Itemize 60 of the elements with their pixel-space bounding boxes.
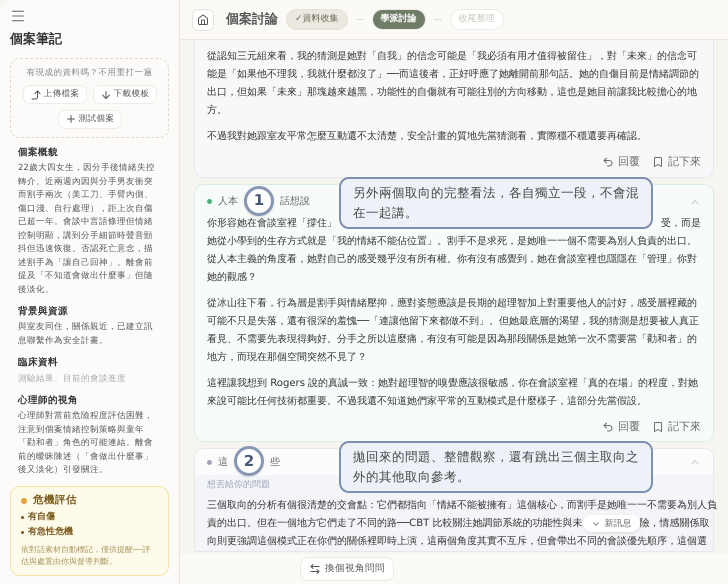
upload-button[interactable]: 上傳檔案 bbox=[22, 85, 86, 104]
step-pill: ✓資料收集 bbox=[286, 8, 348, 30]
message-paragraph: 從冰山往下看，行為層是割手與情緒壓抑，應對姿態應該是長期的超理智加上對重要他人的討好，感受層裡藏的可能不只是失落，還有很深的羞愧──「連讓他留下來都做不到」。但她最底層的渴望，我的猜測是想要被人真正看見、不需要先表現得夠好。分手之所以這麼痛，有沒有可能是因為那段關係是她第一次不需要當「勸和者」的地方，而現在那個空間突然不見了？ bbox=[207, 296, 700, 364]
bookmark-icon bbox=[652, 420, 664, 433]
card-title: 人本 bbox=[218, 194, 238, 209]
bookmark-button[interactable]: 記下來 bbox=[652, 154, 701, 170]
upload-arrow-icon bbox=[30, 88, 42, 101]
step-pill: 學派討論 bbox=[372, 8, 426, 30]
message-paragraph: 受，而是 bbox=[661, 216, 701, 230]
annotation-callout: 另外兩個取向的完整看法，各自獨立一段，不會混在一起講。 bbox=[339, 176, 653, 228]
download-button[interactable]: 下載模板 bbox=[92, 85, 156, 104]
crisis-title: 危機評估 bbox=[33, 492, 77, 508]
switch-perspective-button[interactable]: 換個視角問問 bbox=[300, 556, 394, 582]
page-title: 個案討論 bbox=[226, 10, 278, 29]
section-text: 22歲大四女生，因分手後情緒失控轉介。近兩週內因與分手男友衝突而割手兩次（美工刀、手臂內側、傷口淺、自行處理），距上次自傷已超一年。會談中言語條理但情緒控制明顯，講到分手細節時聲音顫抖但迅速恢復。否認死亡意念，描述割手為「讓自己回神」。離會前提及「不知道會做出什麼事」但隨後淡化。 bbox=[18, 162, 156, 296]
message-line: 責的出口。但在一個地方它們走了不同的路──CBT 比較關注她調節系統的功能性與未 bbox=[207, 516, 583, 530]
home-button[interactable] bbox=[192, 8, 214, 30]
import-prompt: 有現成的資料嗎？不用重打一遍 bbox=[26, 66, 152, 80]
reply-arrow-icon bbox=[602, 156, 614, 168]
section-heading: 個案概貌 bbox=[18, 146, 59, 160]
home-icon bbox=[197, 14, 209, 26]
crisis-item: 有急性危機 bbox=[28, 526, 73, 539]
section-heading: 臨床資料 bbox=[18, 356, 59, 370]
card-title: 這 bbox=[218, 456, 228, 470]
bookmark-icon bbox=[652, 156, 664, 168]
message-paragraph: 從認知三元組來看，我的猜測是她對「自我」的信念可能是「我必須有用才值得被留住」，對「未來」的信念可能是「如果他不理我，我就什麼都沒了」──而這後者，正好呼應了她離開前那句話。她的自傷目前是情緒調節的出口，但如果「未來」那塊越來越黑，功能性的自傷就有可能往別的方向移動，這也是她目前讓我比較擔心的地方。 bbox=[207, 50, 700, 118]
crisis-item: 有自傷 bbox=[28, 510, 55, 524]
download-arrow-icon bbox=[100, 88, 112, 101]
section-text: 與室友同住，關係親近，已建立訊息聯繫作為安全計畫。 bbox=[18, 321, 154, 348]
message-paragraph: 你形容她在會談室裡「撐住」 bbox=[207, 216, 337, 230]
card-title: 話想說 bbox=[280, 194, 310, 209]
reply-button[interactable]: 回覆 bbox=[602, 418, 640, 435]
message-paragraph: 不過我對她跟室友平常怎麼互動還不太清楚，安全計畫的質地先當猜測看，實際穩不穩還要再確認。 bbox=[207, 130, 648, 144]
section-heading: 背景與資源 bbox=[18, 305, 69, 319]
message-paragraph: 這裡讓我想到 Rogers 說的真誠一致：她對超理智的嗅覺應該很敏感，你在會談室裡「真的在場」的程度，對她來說可能比任何技術都重要。不過我還不知道她們家平常的互動模式是什麼樣子，這部分先當假設。 bbox=[207, 376, 700, 408]
section-text: 測驗結果、目前的會談進度 bbox=[18, 372, 127, 386]
annotation-callout: 拋回來的問題、整體觀察，還有跳出三個主取向之外的其他取向參考。 bbox=[339, 441, 653, 493]
bullet-icon bbox=[21, 516, 24, 519]
message-line: 險，情感關係取 bbox=[640, 516, 710, 530]
section-text: 心理師對當前危險程度評估困難，注意到個案情緒控制策略與童年「勸和者」角色的可能連結。離會前的曖昧陳述（「會做出什麼事」後又淡化）引發關注。 bbox=[18, 410, 154, 478]
crisis-note: 依對話素材自動標記，僅供提醒──評估與處置由你與督導判斷。 bbox=[21, 544, 152, 568]
bookmark-button[interactable]: 記下來 bbox=[652, 418, 701, 435]
section-heading: 心理師的視角 bbox=[18, 394, 79, 408]
section-label: 想丟給你的問題 bbox=[207, 479, 270, 492]
card-title: 些 bbox=[270, 456, 280, 470]
reply-button[interactable]: 回覆 bbox=[602, 154, 640, 170]
new-message-button[interactable]: 新訊息 bbox=[582, 515, 640, 532]
plus-icon bbox=[64, 113, 76, 126]
step-number-badge: 1 bbox=[244, 186, 274, 216]
step-number-badge: 2 bbox=[234, 446, 264, 476]
message-line: 向則更強調這個模式正在你們的關係裡即時上演，這兩個角度其實不互斥，但會帶出不同的會談優先順序，這個選 bbox=[207, 534, 707, 548]
reply-arrow-icon bbox=[602, 420, 614, 433]
menu-icon[interactable] bbox=[10, 8, 26, 24]
step-pill: 收尾整理 bbox=[450, 8, 504, 30]
message-line: 三個取向的分析有個很清楚的交會點：它們都指向「情緒不能被擁有」這個核心，而割手是她唯一一不需要為別人負 bbox=[207, 498, 717, 512]
message-paragraph: 她從小學到的生存方式就是「我的情緒不能佔位置」。割手不是求死，是她唯一一個不需要為別人負責的出口。從人本主義的角度看，她對自己的感受幾乎沒有所有權。你有沒有感覺到，她在會談室裡也隱隱在「管理」你對她的觀感？ bbox=[207, 234, 698, 284]
sample-button[interactable]: 測試個案 bbox=[58, 110, 122, 129]
swap-arrows-icon bbox=[309, 563, 321, 575]
sidebar-title: 個案筆記 bbox=[10, 30, 63, 49]
bullet-icon bbox=[21, 531, 24, 534]
